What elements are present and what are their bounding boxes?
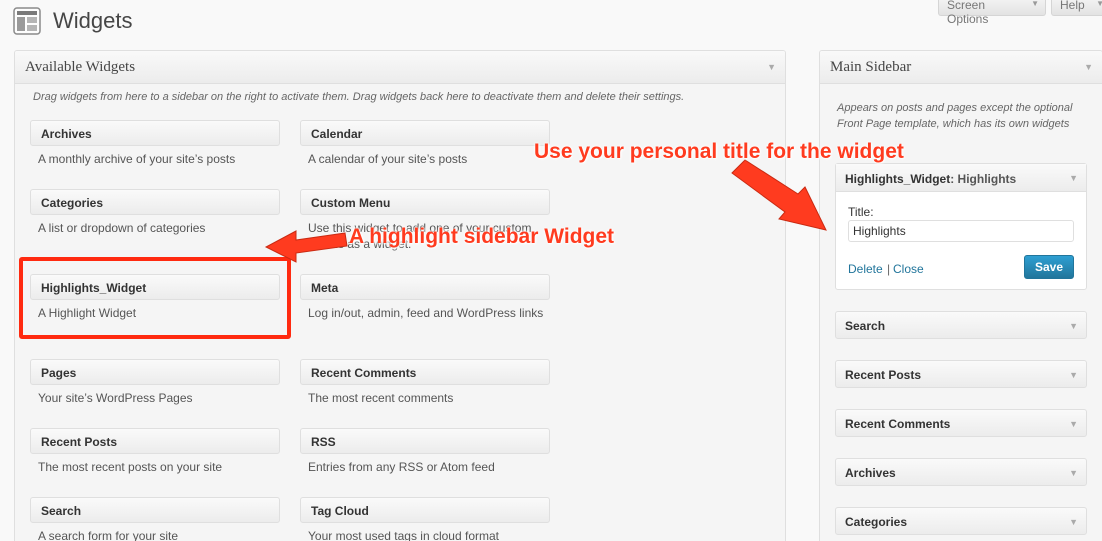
annotation-widget-note: A highlight sidebar Widget: [349, 225, 615, 248]
annotation-arrow-right: [731, 159, 827, 231]
annotation-arrow-left: [264, 230, 348, 263]
annotation-arrows: [264, 159, 827, 263]
annotation-title-note: Use your personal title for the widget: [534, 140, 904, 163]
